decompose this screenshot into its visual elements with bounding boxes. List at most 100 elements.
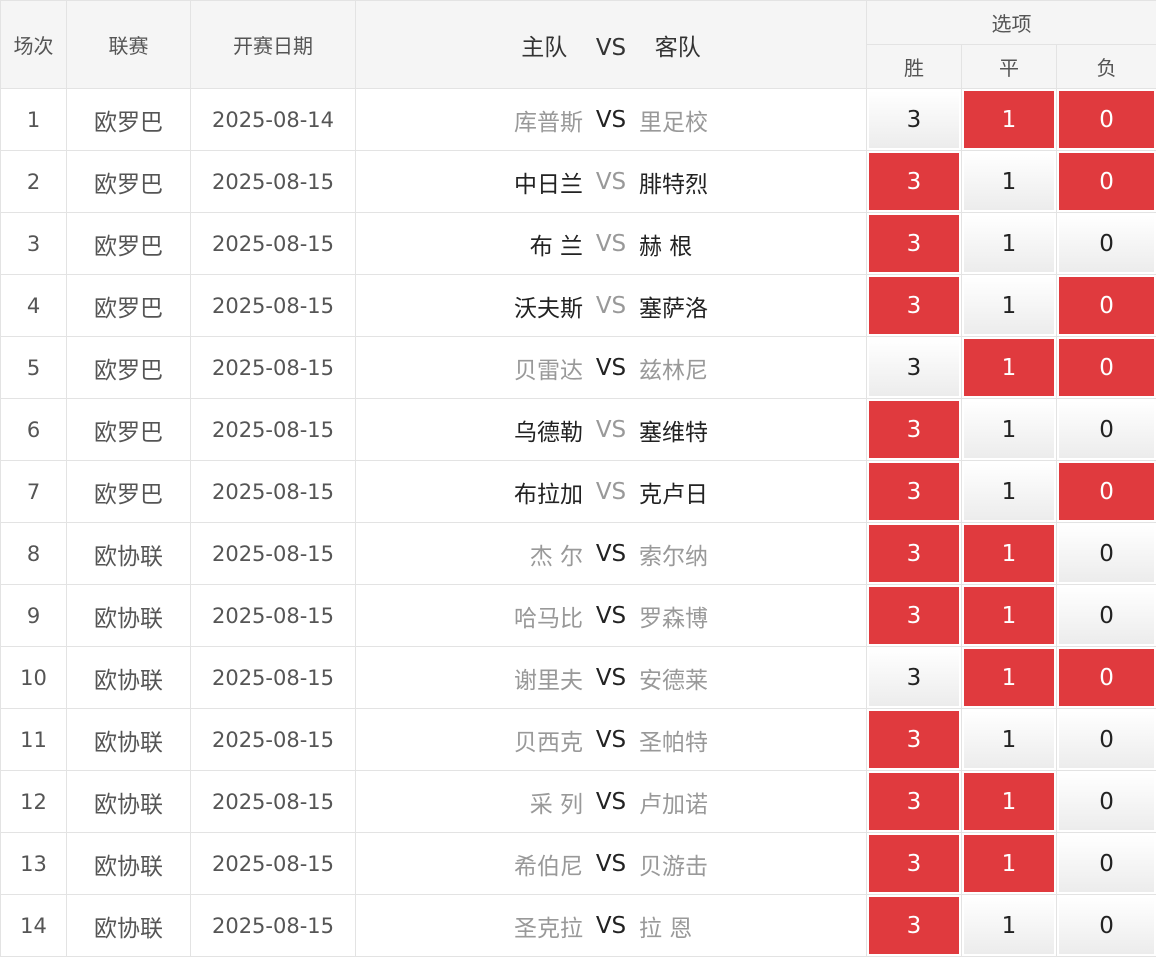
option-win-button[interactable]: 3 [869,835,959,892]
league-name: 欧罗巴 [67,337,191,399]
option-draw-button[interactable]: 1 [964,525,1054,582]
vs-label: VS [583,851,639,877]
option-lose-button[interactable]: 0 [1059,649,1154,706]
option-win-button[interactable]: 3 [869,215,959,272]
option-draw-button[interactable]: 1 [964,153,1054,210]
option-lose-button[interactable]: 0 [1059,277,1154,334]
header-lose: 负 [1057,45,1156,89]
vs-label: VS [583,603,639,629]
league-name: 欧罗巴 [67,275,191,337]
option-draw-button[interactable]: 1 [964,587,1054,644]
match-index: 4 [1,275,67,337]
option-draw-cell: 1 [962,647,1057,709]
vs-label: VS [583,789,639,815]
option-draw-button[interactable]: 1 [964,463,1054,520]
table-row: 5欧罗巴2025-08-15贝雷达VS兹林尼310 [1,337,1156,399]
vs-label: VS [583,913,639,939]
vs-label: VS [583,107,639,133]
away-team: 圣帕特 [639,723,839,757]
option-draw-button[interactable]: 1 [964,897,1054,954]
option-lose-button[interactable]: 0 [1059,91,1154,148]
option-win-button[interactable]: 3 [869,897,959,954]
vs-label: VS [583,665,639,691]
option-lose-cell: 0 [1057,771,1156,833]
vs-label: VS [583,355,639,381]
option-win-button[interactable]: 3 [869,587,959,644]
match-date: 2025-08-15 [191,771,356,833]
match-index: 10 [1,647,67,709]
league-name: 欧协联 [67,647,191,709]
table-row: 14欧协联2025-08-15圣克拉VS拉 恩310 [1,895,1156,957]
match-teams: 贝西克VS圣帕特 [356,709,867,771]
option-lose-button[interactable]: 0 [1059,835,1154,892]
header-date: 开赛日期 [191,1,356,89]
match-date: 2025-08-15 [191,275,356,337]
option-draw-button[interactable]: 1 [964,649,1054,706]
league-name: 欧协联 [67,833,191,895]
option-win-cell: 3 [867,771,962,833]
option-draw-button[interactable]: 1 [964,773,1054,830]
option-lose-button[interactable]: 0 [1059,463,1154,520]
option-lose-button[interactable]: 0 [1059,401,1154,458]
option-lose-cell: 0 [1057,647,1156,709]
home-team: 哈马比 [383,599,583,633]
table-row: 8欧协联2025-08-15杰 尔VS索尔纳310 [1,523,1156,585]
option-lose-button[interactable]: 0 [1059,711,1154,768]
header-draw: 平 [962,45,1057,89]
table-row: 1欧罗巴2025-08-14库普斯VS里足校310 [1,89,1156,151]
match-date: 2025-08-15 [191,523,356,585]
option-win-cell: 3 [867,213,962,275]
home-team: 库普斯 [383,103,583,137]
option-win-button[interactable]: 3 [869,401,959,458]
option-win-button[interactable]: 3 [869,525,959,582]
option-win-button[interactable]: 3 [869,463,959,520]
option-win-cell: 3 [867,399,962,461]
option-lose-button[interactable]: 0 [1059,773,1154,830]
option-lose-button[interactable]: 0 [1059,587,1154,644]
option-win-button[interactable]: 3 [869,153,959,210]
match-index: 11 [1,709,67,771]
option-win-cell: 3 [867,337,962,399]
option-win-button[interactable]: 3 [869,711,959,768]
option-lose-button[interactable]: 0 [1059,339,1154,396]
match-teams: 沃夫斯VS塞萨洛 [356,275,867,337]
header-away: 客队 [655,35,701,61]
home-team: 布拉加 [383,475,583,509]
match-date: 2025-08-15 [191,585,356,647]
option-draw-button[interactable]: 1 [964,401,1054,458]
header-vs: VS [596,35,626,61]
option-lose-cell: 0 [1057,275,1156,337]
option-win-button[interactable]: 3 [869,91,959,148]
match-teams: 希伯尼VS贝游击 [356,833,867,895]
option-lose-button[interactable]: 0 [1059,153,1154,210]
match-date: 2025-08-15 [191,709,356,771]
option-draw-button[interactable]: 1 [964,215,1054,272]
option-lose-button[interactable]: 0 [1059,215,1154,272]
option-draw-button[interactable]: 1 [964,711,1054,768]
option-draw-cell: 1 [962,585,1057,647]
league-name: 欧罗巴 [67,213,191,275]
option-win-button[interactable]: 3 [869,339,959,396]
away-team: 兹林尼 [639,351,839,385]
option-lose-cell: 0 [1057,399,1156,461]
option-lose-cell: 0 [1057,709,1156,771]
match-teams: 贝雷达VS兹林尼 [356,337,867,399]
match-date: 2025-08-15 [191,833,356,895]
option-draw-button[interactable]: 1 [964,339,1054,396]
option-win-cell: 3 [867,833,962,895]
header-league: 联赛 [67,1,191,89]
option-lose-button[interactable]: 0 [1059,897,1154,954]
league-name: 欧协联 [67,523,191,585]
option-win-button[interactable]: 3 [869,773,959,830]
header-home: 主队 [521,35,567,61]
option-win-button[interactable]: 3 [869,649,959,706]
option-win-button[interactable]: 3 [869,277,959,334]
option-draw-button[interactable]: 1 [964,835,1054,892]
option-draw-button[interactable]: 1 [964,91,1054,148]
table-row: 4欧罗巴2025-08-15沃夫斯VS塞萨洛310 [1,275,1156,337]
table-row: 11欧协联2025-08-15贝西克VS圣帕特310 [1,709,1156,771]
table-row: 7欧罗巴2025-08-15布拉加VS克卢日310 [1,461,1156,523]
option-lose-button[interactable]: 0 [1059,525,1154,582]
option-draw-button[interactable]: 1 [964,277,1054,334]
option-draw-cell: 1 [962,399,1057,461]
